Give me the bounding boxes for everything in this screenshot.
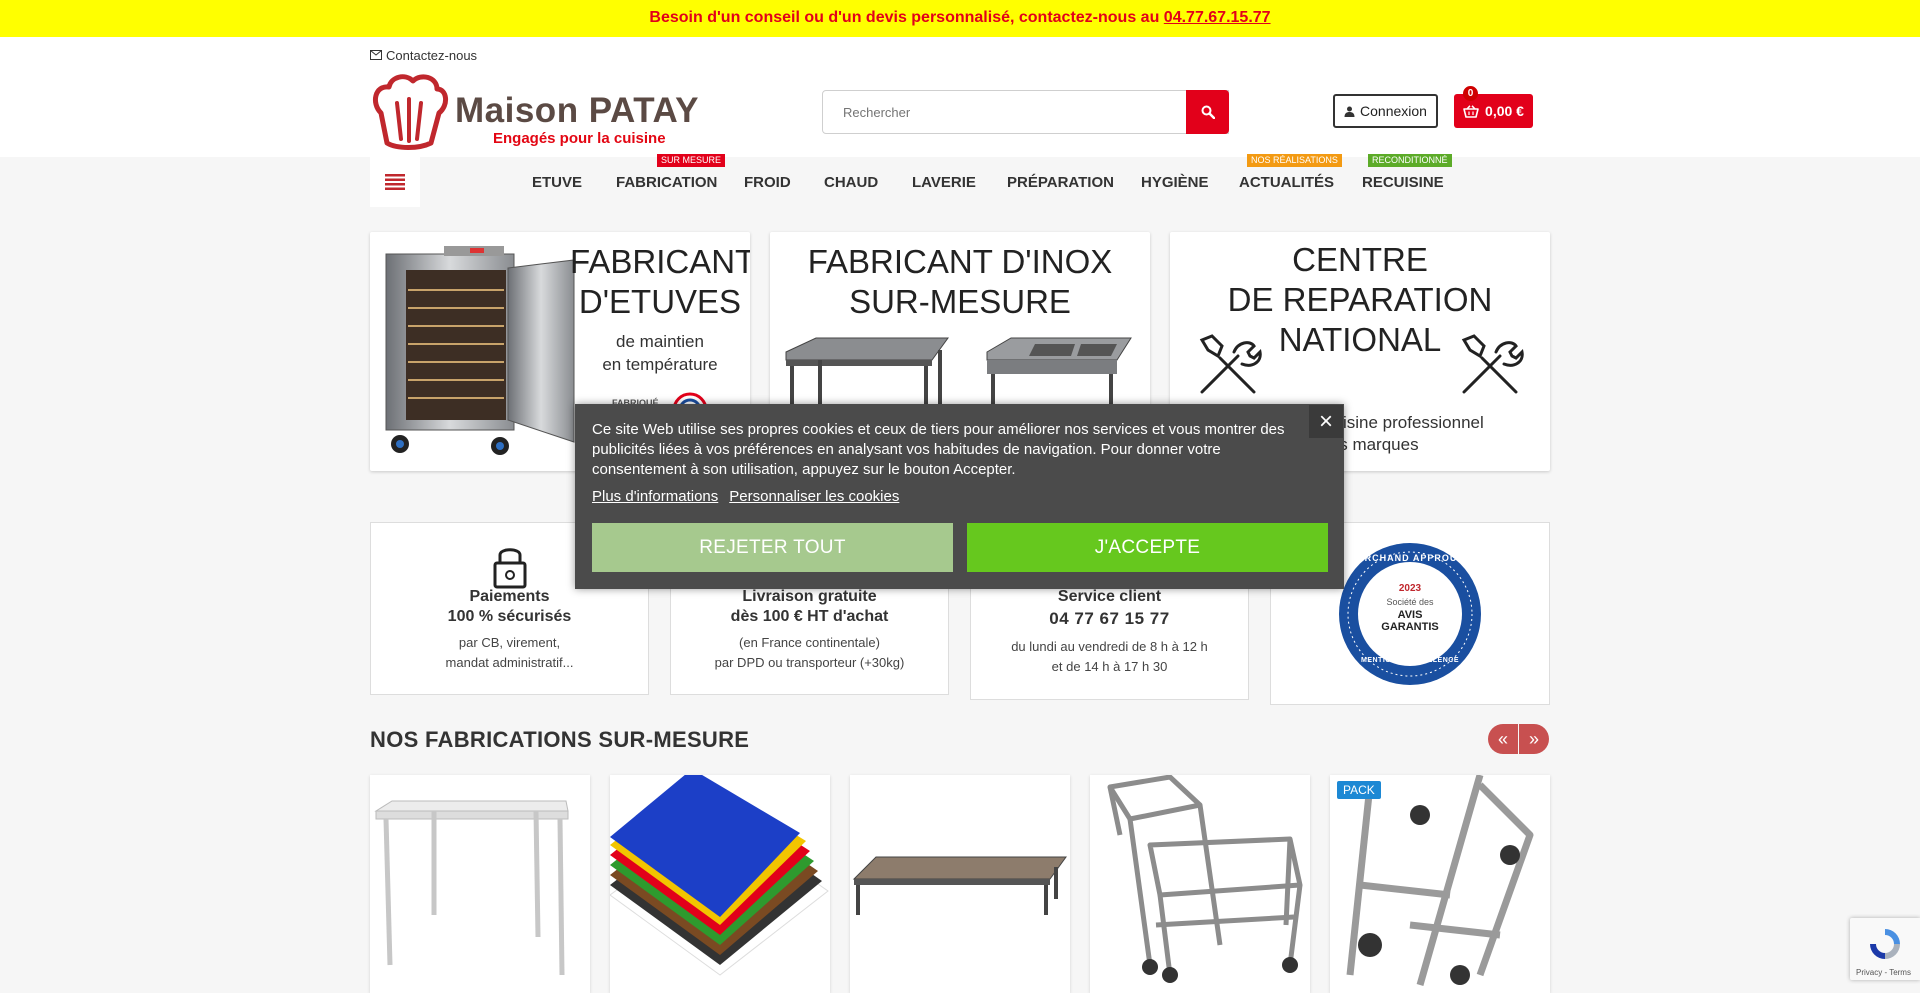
chef-hat-logo-icon <box>372 74 448 150</box>
announcement-phone-link[interactable]: 04.77.67.15.77 <box>1164 9 1271 26</box>
logo-tagline: Engagés pour la cuisine <box>493 130 666 147</box>
pack-badge: PACK <box>1337 781 1381 799</box>
menu-toggle-button[interactable] <box>370 157 420 207</box>
banner-etuves-sub-2: en température <box>602 355 718 374</box>
section-title: NOS FABRICATIONS SUR-MESURE <box>370 727 750 752</box>
cookie-links: Plus d'informations Personnaliser les co… <box>592 488 899 505</box>
nav-item-recuisine[interactable]: RECUISINE <box>1362 174 1444 191</box>
cookie-reject-button[interactable]: REJETER TOUT <box>592 523 953 572</box>
recaptcha-icon <box>1870 929 1900 959</box>
cutting-boards-product-image <box>610 775 829 976</box>
table-product-image <box>374 800 569 976</box>
seal-bottom-text: MENTION D'EXCELLENCE <box>1360 657 1459 664</box>
warming-cabinet-image <box>385 246 575 455</box>
nav-item-hygiene[interactable]: HYGIÈNE <box>1141 174 1209 191</box>
feature-paiements-title-1: Paiements <box>469 588 550 605</box>
envelope-icon <box>370 48 382 63</box>
nav-item-fabrication[interactable]: FABRICATION <box>616 174 717 191</box>
search-button[interactable] <box>1186 90 1229 134</box>
cart-count-badge: 0 <box>1463 86 1478 101</box>
carousel-next-button[interactable]: » <box>1519 724 1549 754</box>
carousel-prev-button[interactable]: « <box>1488 724 1518 754</box>
wall-shelf-product-image <box>852 856 1067 915</box>
feature-service-phone[interactable]: 04 77 67 15 77 <box>971 609 1248 629</box>
search-icon <box>1201 105 1215 119</box>
cookie-close-button[interactable]: × <box>1309 405 1343 438</box>
product-card[interactable] <box>1090 775 1310 993</box>
tools-icon-right <box>1461 334 1524 394</box>
seal-year: 2023 <box>1398 583 1422 594</box>
header: Contactez-nous Maison PATAY Engagés pour… <box>0 37 1920 157</box>
banner-etuves-sub-1: de maintien <box>616 332 704 351</box>
feature-paiements-title-2: 100 % sécurisés <box>447 608 572 625</box>
recaptcha-legal[interactable]: Privacy - Terms <box>1856 968 1911 977</box>
nav-item-etuve[interactable]: ETUVE <box>532 174 582 191</box>
nav-item-actualites[interactable]: ACTUALITÉS <box>1239 174 1334 191</box>
contact-label: Contactez-nous <box>386 48 478 63</box>
banner-reparation-title-1: CENTRE <box>1292 241 1428 278</box>
user-icon <box>1344 106 1355 117</box>
seal-main: AVIS GARANTIS <box>1381 609 1439 633</box>
nav-item-laverie[interactable]: LAVERIE <box>912 174 976 191</box>
trolley-product-image <box>1107 775 1303 983</box>
nav-item-preparation[interactable]: PRÉPARATION <box>1007 174 1114 191</box>
feature-livraison-title-1: Livraison gratuite <box>742 588 877 605</box>
carousel-controls: « » <box>1488 724 1549 754</box>
login-label: Connexion <box>1360 103 1427 119</box>
feature-livraison-line-2: par DPD ou transporteur (+30kg) <box>714 655 905 670</box>
product-card[interactable]: PACK <box>1330 775 1550 993</box>
hamburger-icon <box>385 174 405 190</box>
badge-sur-mesure: SUR MESURE <box>657 154 726 167</box>
seal-society: Société des <box>1386 597 1434 607</box>
feature-service-line-1: du lundi au vendredi de 8 h à 12 h <box>1011 639 1208 654</box>
cart-button[interactable]: 0 0,00 € <box>1454 86 1533 128</box>
feature-livraison-line-1: (en France continentale) <box>739 635 880 650</box>
badge-reconditionne: RECONDITIONNÉ <box>1368 154 1452 167</box>
hand-truck-product-image <box>1346 775 1534 986</box>
feature-paiements-line-2: mandat administratif... <box>445 655 574 670</box>
logo-name: Maison PATAY <box>455 91 699 130</box>
banner-etuves-title-1: FABRICANT <box>570 243 750 280</box>
tools-icon <box>1199 334 1262 394</box>
recaptcha-badge[interactable]: Privacy - Terms <box>1850 918 1920 980</box>
announcement-text: Besoin d'un conseil ou d'un devis person… <box>649 9 1160 26</box>
announcement-bar: Besoin d'un conseil ou d'un devis person… <box>0 0 1920 37</box>
product-card[interactable] <box>850 775 1070 993</box>
product-card[interactable] <box>370 775 590 993</box>
cookie-accept-button[interactable]: J'ACCEPTE <box>967 523 1328 572</box>
cart-total: 0,00 € <box>1485 103 1524 119</box>
padlock-icon <box>493 548 527 589</box>
feature-service-title-1: Service client <box>1057 588 1162 605</box>
feature-service-line-2: et de 14 h à 17 h 30 <box>1051 659 1168 674</box>
banner-inox-title-1: FABRICANT D'INOX <box>807 243 1113 280</box>
search-box <box>822 90 1229 134</box>
basket-icon <box>1463 104 1479 118</box>
cookie-consent-dialog: Ce site Web utilise ses propres cookies … <box>575 404 1344 589</box>
seal-top-text: MARCHAND APPROUVÉ <box>1348 553 1472 563</box>
login-button[interactable]: Connexion <box>1333 94 1438 128</box>
search-input[interactable] <box>823 91 1228 133</box>
cookie-customize-link[interactable]: Personnaliser les cookies <box>729 488 899 505</box>
nav-item-froid[interactable]: FROID <box>744 174 791 191</box>
badge-nos-realisations: NOS RÉALISATIONS <box>1247 154 1342 167</box>
cookie-more-info-link[interactable]: Plus d'informations <box>592 488 718 505</box>
feature-paiements-line-1: par CB, virement, <box>458 635 561 650</box>
banner-inox-title-2: SUR-MESURE <box>849 283 1071 320</box>
banner-etuves-title-2: D'ETUVES <box>578 283 742 320</box>
product-card[interactable] <box>610 775 830 993</box>
cookie-text: Ce site Web utilise ses propres cookies … <box>592 421 1285 478</box>
contact-link[interactable]: Contactez-nous <box>370 48 477 63</box>
nav-item-chaud[interactable]: CHAUD <box>824 174 878 191</box>
close-icon: × <box>1318 407 1333 435</box>
banner-reparation-title-2: DE REPARATION <box>1227 281 1493 318</box>
feature-livraison-title-2: dès 100 € HT d'achat <box>730 608 889 625</box>
logo[interactable]: Maison PATAY Engagés pour la cuisine <box>369 73 721 151</box>
